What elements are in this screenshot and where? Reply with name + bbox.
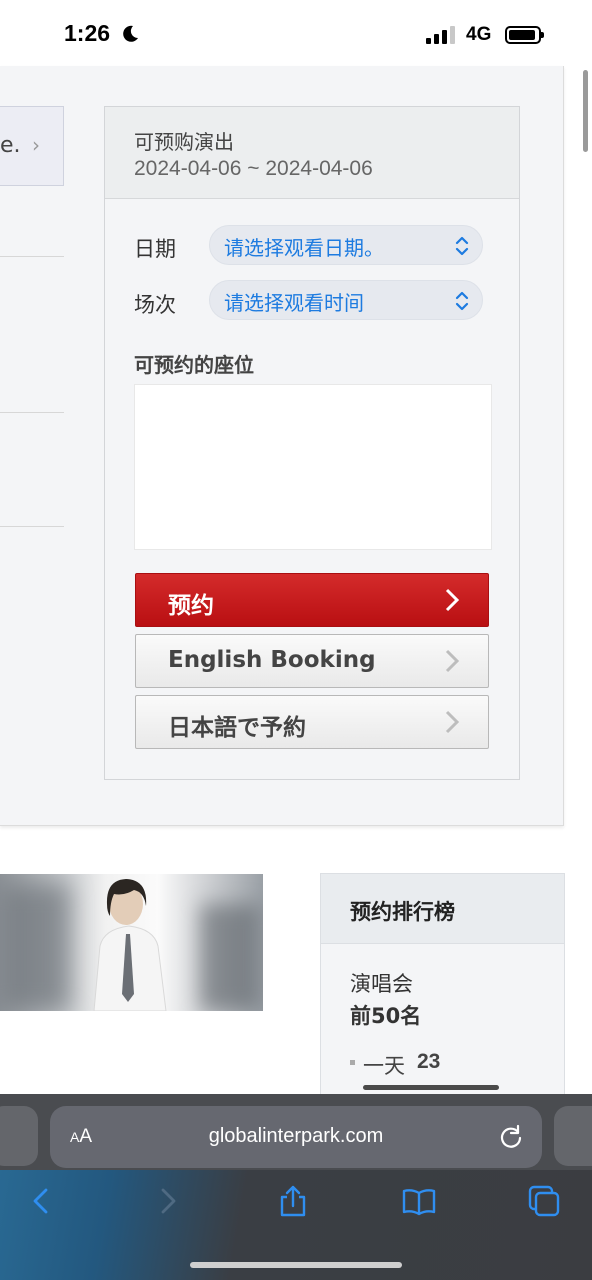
forward-icon[interactable] bbox=[151, 1184, 185, 1218]
booking-box: 可预购演出 2024-04-06 ~ 2024-04-06 日期 请选择观看日期… bbox=[104, 106, 520, 780]
session-select[interactable]: 请选择观看时间 bbox=[209, 280, 483, 320]
browser-toolbar: AA globalinterpark.com bbox=[0, 1094, 592, 1280]
previous-tab-preview[interactable] bbox=[0, 1106, 38, 1166]
reload-icon[interactable] bbox=[498, 1124, 524, 1150]
network-type: 4G bbox=[466, 24, 492, 45]
book-button[interactable]: 预约 bbox=[135, 573, 489, 627]
divider bbox=[0, 526, 64, 527]
moon-icon bbox=[123, 25, 138, 42]
address-bar-area: AA globalinterpark.com bbox=[0, 1094, 592, 1170]
session-label: 场次 bbox=[134, 293, 176, 317]
left-card-text: e. bbox=[0, 133, 21, 158]
next-tab-preview[interactable] bbox=[554, 1106, 592, 1166]
available-seats-label: 可预约的座位 bbox=[134, 353, 254, 377]
ranking-day-label[interactable]: 一天 bbox=[363, 1050, 405, 1080]
tabs-icon[interactable] bbox=[527, 1184, 561, 1218]
status-time: 1:26 bbox=[64, 20, 111, 46]
booking-date-range: 2024-04-06 ~ 2024-04-06 bbox=[134, 157, 373, 180]
address-bar[interactable]: AA globalinterpark.com bbox=[50, 1106, 542, 1168]
chevron-right-icon bbox=[445, 710, 460, 734]
url-text: globalinterpark.com bbox=[208, 1125, 384, 1147]
back-icon[interactable] bbox=[24, 1184, 58, 1218]
book-button-label: 预约 bbox=[168, 593, 214, 619]
ranking-header: 预约排行榜 bbox=[321, 874, 564, 944]
available-seats-box bbox=[134, 384, 492, 550]
signal-icon bbox=[426, 26, 456, 44]
chevron-right-icon bbox=[445, 649, 460, 673]
english-booking-label: English Booking bbox=[168, 647, 376, 673]
toolbar-grabber[interactable] bbox=[363, 1085, 499, 1090]
english-booking-button[interactable]: English Booking bbox=[135, 634, 489, 688]
divider bbox=[0, 412, 64, 413]
chevron-right-icon bbox=[445, 588, 460, 612]
share-icon[interactable] bbox=[276, 1184, 310, 1218]
select-updown-icon bbox=[455, 291, 469, 311]
performer-image bbox=[93, 879, 167, 1011]
battery-icon bbox=[505, 26, 544, 44]
performer-photo[interactable] bbox=[0, 874, 263, 1011]
japanese-booking-label: 日本語で予約 bbox=[168, 715, 306, 741]
booking-header: 可预购演出 2024-04-06 ~ 2024-04-06 bbox=[105, 107, 519, 199]
date-select-value: 请选择观看日期。 bbox=[224, 236, 384, 260]
divider bbox=[0, 256, 64, 257]
ranking-top-label: 前50名 bbox=[350, 1004, 422, 1028]
session-select-value: 请选择观看时间 bbox=[224, 291, 364, 315]
chevron-right-icon: › bbox=[32, 133, 40, 157]
home-indicator bbox=[190, 1262, 402, 1268]
date-label: 日期 bbox=[134, 237, 176, 261]
ranking-title: 预约排行榜 bbox=[350, 900, 455, 924]
japanese-booking-button[interactable]: 日本語で予約 bbox=[135, 695, 489, 749]
ranking-box: 预约排行榜 演唱会 前50名 一天 23 bbox=[320, 873, 565, 1103]
select-updown-icon bbox=[455, 236, 469, 256]
booking-title: 可预购演出 bbox=[134, 130, 234, 154]
date-select[interactable]: 请选择观看日期。 bbox=[209, 225, 483, 265]
ranking-category[interactable]: 演唱会 bbox=[350, 968, 413, 998]
ranking-day-value: 23 bbox=[417, 1050, 441, 1073]
scrollbar[interactable] bbox=[583, 70, 588, 152]
bullet-icon bbox=[350, 1060, 355, 1065]
status-bar: 1:26 4G bbox=[0, 0, 592, 66]
left-info-card[interactable]: e. › bbox=[0, 106, 64, 186]
bookmarks-icon[interactable] bbox=[402, 1184, 436, 1218]
